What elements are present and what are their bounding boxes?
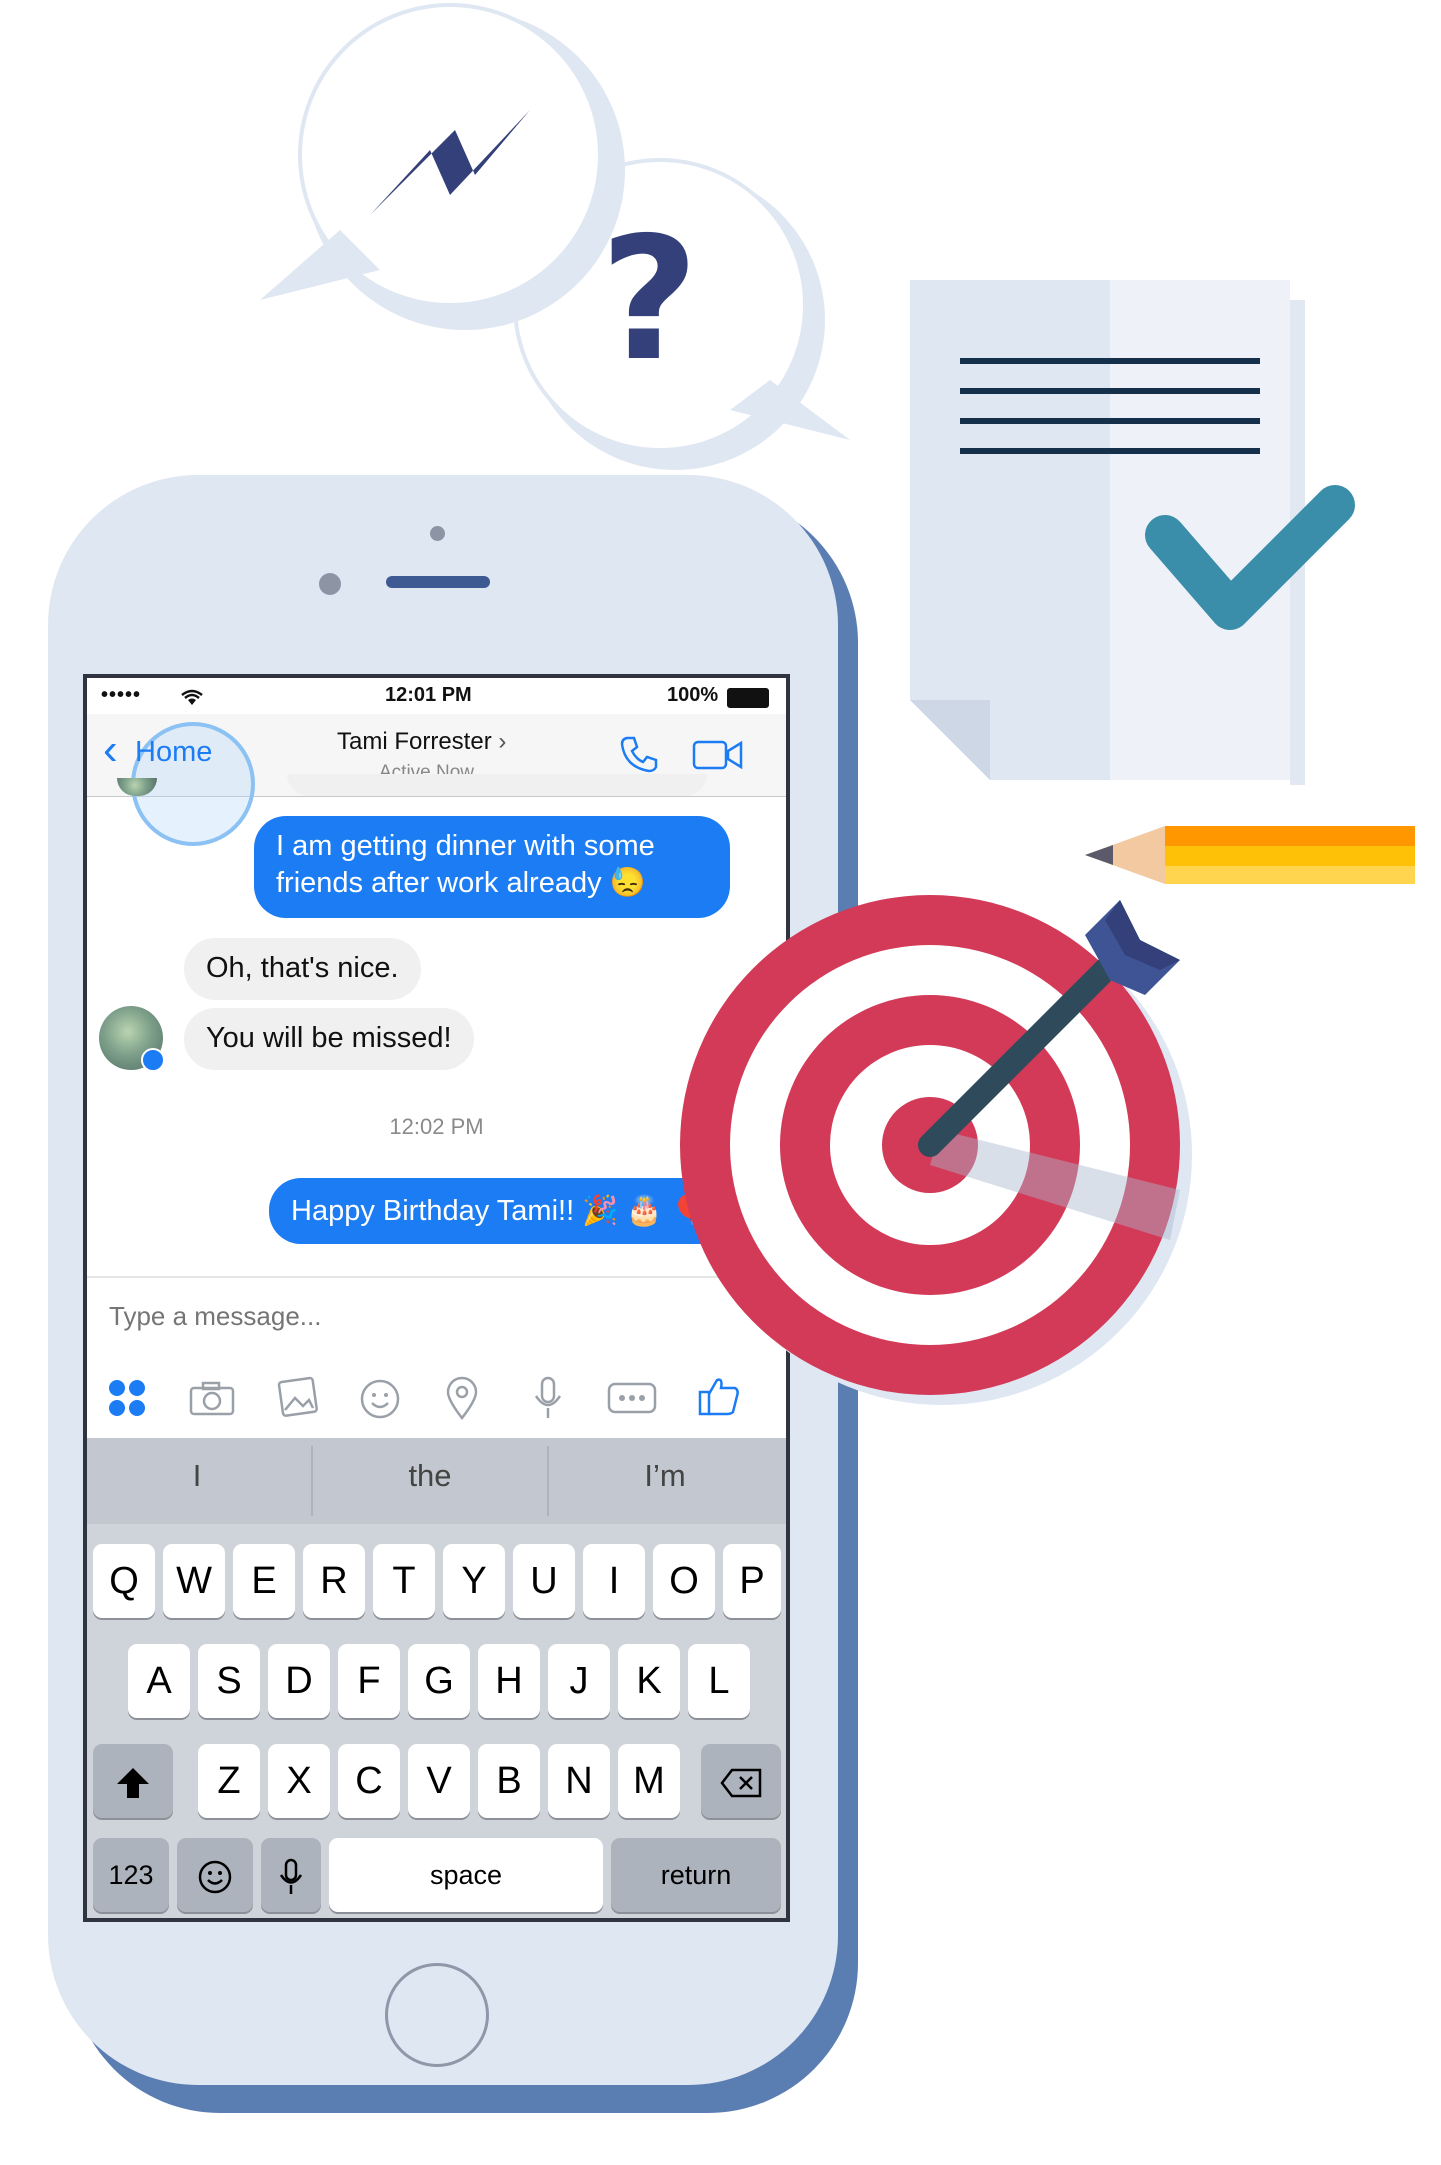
key-t[interactable]: T [373,1544,435,1618]
message-text: Oh, that's nice. [206,952,399,984]
key-j[interactable]: J [548,1644,610,1718]
contact-name-text: Tami Forrester [337,728,492,755]
key-h[interactable]: H [478,1644,540,1718]
key-w[interactable]: W [163,1544,225,1618]
phone-speaker [386,576,490,588]
key-i[interactable]: I [583,1544,645,1618]
message-text: friends after work already 😓 [276,867,646,899]
key-s[interactable]: S [198,1644,260,1718]
messenger-badge-icon [141,1048,165,1072]
dictation-key[interactable] [261,1838,321,1912]
return-key[interactable]: return [611,1838,781,1912]
shift-arrow-icon [117,1767,149,1798]
battery-icon [727,688,769,708]
key-z[interactable]: Z [198,1744,260,1818]
speech-bubbles-illustration [260,3,850,470]
home-button[interactable] [385,1963,489,2067]
question-mark-icon: ? [600,201,699,399]
front-camera [319,573,341,595]
suggestion-divider [547,1446,549,1516]
shift-key[interactable] [93,1744,173,1818]
suggestion-3[interactable]: I’m [565,1458,765,1494]
key-d[interactable]: D [268,1644,330,1718]
key-o[interactable]: O [653,1544,715,1618]
message-text: Happy Birthday Tami!! 🎉 🎂 🎈 [291,1195,707,1227]
message-bubble-incoming[interactable]: You will be missed! [184,1008,474,1070]
previous-message-bubble [287,774,707,796]
key-q[interactable]: Q [93,1544,155,1618]
more-icon[interactable] [607,1382,657,1414]
phone-sensor [430,526,445,541]
gallery-icon[interactable] [275,1376,319,1420]
message-text: You will be missed! [206,1022,452,1054]
key-x[interactable]: X [268,1744,330,1818]
suggestion-divider [311,1446,313,1516]
microphone-icon [279,1858,303,1894]
key-c[interactable]: C [338,1744,400,1818]
message-text: I am getting dinner with some [276,830,655,862]
key-a[interactable]: A [128,1644,190,1718]
delete-key[interactable] [701,1744,781,1818]
numbers-key[interactable]: 123 [93,1838,169,1912]
key-m[interactable]: M [618,1744,680,1818]
status-time: 12:01 PM [385,684,472,706]
key-f[interactable]: F [338,1644,400,1718]
wifi-icon [181,689,203,705]
suggestion-1[interactable]: I [97,1458,297,1494]
emoji-icon [198,1860,232,1894]
phone-icon[interactable] [619,734,659,774]
key-e[interactable]: E [233,1544,295,1618]
signal-indicator: ••••• [101,684,142,706]
chevron-right-icon: › [498,728,507,755]
message-input[interactable] [107,1290,751,1342]
apps-icon[interactable] [107,1378,147,1418]
key-n[interactable]: N [548,1744,610,1818]
message-bubble-outgoing[interactable]: I am getting dinner with some friends af… [254,816,730,918]
key-k[interactable]: K [618,1644,680,1718]
key-p[interactable]: P [723,1544,781,1618]
location-icon[interactable] [445,1376,479,1420]
camera-icon[interactable] [189,1380,235,1416]
checklist-document-illustration [910,280,1355,785]
key-l[interactable]: L [688,1644,750,1718]
key-g[interactable]: G [408,1644,470,1718]
key-b[interactable]: B [478,1744,540,1818]
battery-percent: 100% [667,684,719,706]
back-button[interactable]: Home [135,736,212,769]
video-camera-icon[interactable] [692,738,744,772]
chevron-left-icon[interactable]: ‹ [103,728,118,772]
key-v[interactable]: V [408,1744,470,1818]
contact-name[interactable]: Tami Forrester › [337,728,506,756]
emoji-icon[interactable] [359,1378,401,1420]
target-illustration [680,895,1192,1405]
emoji-keyboard-key[interactable] [177,1838,253,1912]
microphone-icon[interactable] [533,1376,563,1420]
key-u[interactable]: U [513,1544,575,1618]
key-r[interactable]: R [303,1544,365,1618]
suggestion-2[interactable]: the [330,1458,530,1494]
message-bubble-incoming[interactable]: Oh, that's nice. [184,938,421,1000]
key-y[interactable]: Y [443,1544,505,1618]
space-key[interactable]: space [329,1838,603,1912]
backspace-icon [720,1768,762,1798]
